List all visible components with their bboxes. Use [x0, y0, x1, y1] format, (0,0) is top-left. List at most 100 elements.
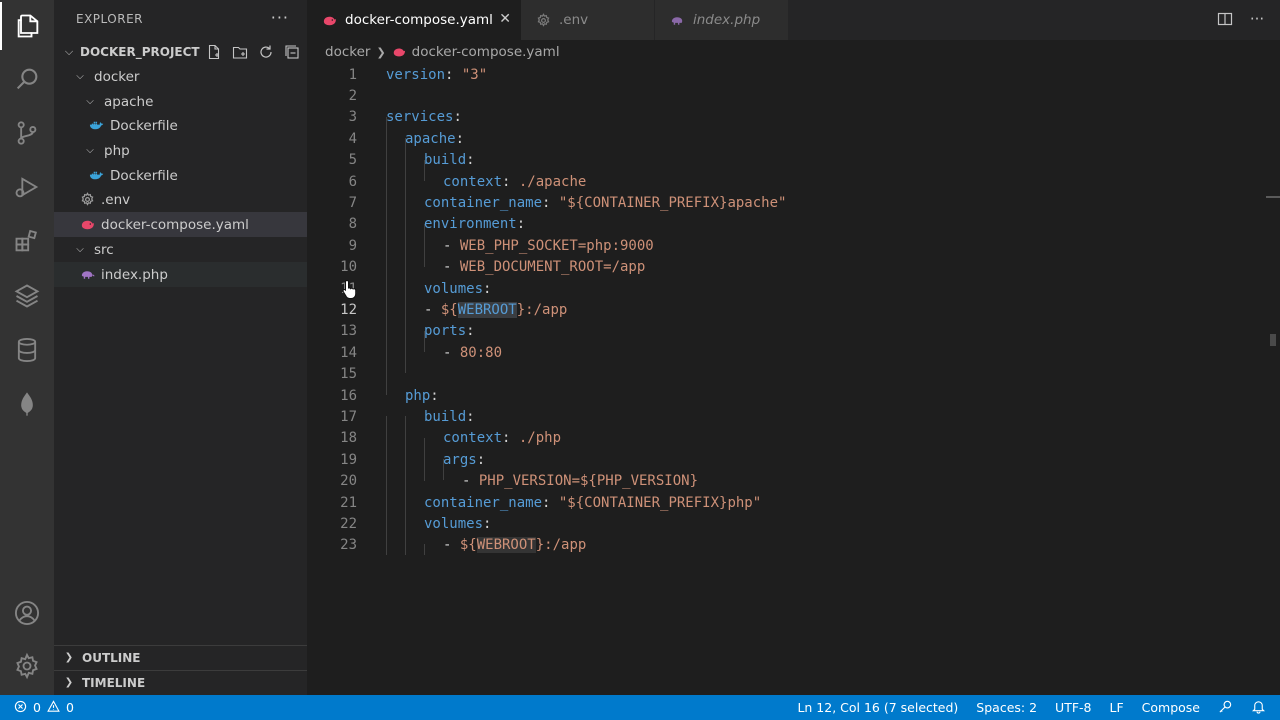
code-line-current: 12 - ${WEBROOT}:/app [307, 299, 567, 320]
code-text: services: [386, 109, 462, 126]
error-count: 0 [33, 700, 41, 715]
feedback-icon[interactable] [1218, 699, 1233, 717]
indentation[interactable]: Spaces: 2 [976, 700, 1037, 715]
code-line: 17 build: [307, 406, 474, 427]
scrollbar-marker [1266, 196, 1280, 198]
scrollbar-thumb[interactable] [1270, 334, 1276, 346]
code-line: 20 - PHP_VERSION=${PHP_VERSION} [307, 471, 698, 492]
gear-icon[interactable] [0, 642, 54, 690]
text-selection: WEBROOT [457, 302, 517, 319]
line-number: 16 [340, 387, 357, 404]
code-text: container_name: "${CONTAINER_PREFIX}apac… [424, 195, 787, 212]
encoding[interactable]: UTF-8 [1055, 700, 1091, 715]
line-number: 10 [340, 259, 357, 276]
close-icon[interactable]: ✕ [499, 11, 511, 27]
line-number: 19 [340, 451, 357, 468]
code-text: build: [424, 409, 475, 426]
breadcrumb-file[interactable]: docker-compose.yaml [412, 44, 560, 60]
tree-item-label: docker [94, 68, 140, 85]
code-line: 1 version: "3" [307, 64, 488, 85]
source-control-icon[interactable] [0, 109, 54, 157]
code-editor[interactable]: 1 version: "3" 2 3 services: 4 apache: 5 bui… [307, 64, 1280, 695]
line-number: 5 [348, 152, 357, 169]
more-actions-icon[interactable]: ··· [271, 8, 289, 27]
line-number: 18 [340, 430, 357, 447]
line-number: 8 [348, 216, 357, 233]
tab-label: index.php [693, 12, 761, 28]
tab-docker-compose[interactable]: docker-compose.yaml ✕ [307, 0, 521, 40]
error-icon [14, 700, 27, 716]
end-of-line[interactable]: LF [1110, 700, 1124, 715]
explorer-sidebar: EXPLORER ··· ⌵ DOCKER_PROJECT ⌵ docker ⌵… [54, 0, 307, 695]
activity-bar [0, 0, 54, 695]
tree-item-label: src [94, 241, 114, 258]
new-file-icon[interactable] [205, 43, 223, 61]
outline-label: OUTLINE [82, 650, 141, 665]
compose-icon [79, 217, 95, 233]
problems-indicator[interactable]: 0 0 [14, 695, 74, 720]
chevron-right-icon: ❯ [64, 677, 74, 688]
refresh-icon[interactable] [257, 43, 275, 61]
tab-label: docker-compose.yaml [345, 12, 493, 28]
tree-file-apache-dockerfile[interactable]: Dockerfile [54, 113, 307, 138]
outline-panel-header[interactable]: ❯ OUTLINE [54, 645, 307, 669]
database-icon[interactable] [0, 326, 54, 374]
code-text: php: [405, 387, 439, 404]
timeline-panel-header[interactable]: ❯ TIMELINE [54, 670, 307, 694]
tab-index-php[interactable]: index.php [655, 0, 789, 40]
code-line: 14 - 80:80 [307, 342, 502, 363]
line-number: 23 [340, 537, 357, 554]
code-text: ports: [424, 323, 475, 340]
tree-item-label: apache [104, 93, 154, 110]
search-icon[interactable] [0, 55, 54, 103]
editor-tabs: docker-compose.yaml ✕ .env index.php ··· [307, 0, 1280, 40]
code-line: 15 [307, 364, 357, 385]
tree-folder-docker[interactable]: ⌵ docker [54, 64, 307, 89]
language-mode[interactable]: Compose [1142, 700, 1200, 715]
extensions-icon[interactable] [0, 217, 54, 265]
tab-label: .env [559, 12, 589, 28]
breadcrumb-folder[interactable]: docker [325, 44, 370, 60]
code-line: 19 args: [307, 449, 485, 470]
tab-env[interactable]: .env [521, 0, 655, 40]
docker-icon [88, 168, 104, 184]
gear-icon [535, 12, 551, 28]
more-actions-icon[interactable]: ··· [1248, 10, 1266, 28]
tree-file-env[interactable]: .env [54, 187, 307, 212]
new-folder-icon[interactable] [231, 43, 249, 61]
code-line: 2 [307, 85, 357, 106]
code-line: 18 context: ./php [307, 428, 561, 449]
tree-item-label: index.php [101, 266, 168, 283]
tree-folder-php[interactable]: ⌵ php [54, 138, 307, 163]
code-text: args: [443, 451, 486, 468]
account-icon[interactable] [0, 589, 54, 637]
split-editor-icon[interactable] [1216, 10, 1234, 28]
code-line: 23 - ${WEBROOT}:/app [307, 535, 586, 556]
code-line: 13 ports: [307, 321, 474, 342]
word-highlight: WEBROOT [476, 537, 536, 554]
project-root[interactable]: ⌵ DOCKER_PROJECT [54, 40, 307, 64]
compose-icon [321, 12, 337, 28]
bell-icon[interactable] [1251, 699, 1266, 717]
tree-folder-src[interactable]: ⌵ src [54, 237, 307, 262]
tree-file-docker-compose[interactable]: docker-compose.yaml [54, 212, 307, 237]
chevron-down-icon: ⌵ [86, 96, 94, 107]
layers-icon[interactable] [0, 272, 54, 320]
tree-folder-apache[interactable]: ⌵ apache [54, 89, 307, 114]
chevron-down-icon: ⌵ [86, 145, 94, 156]
tree-file-index-php[interactable]: index.php [54, 262, 307, 287]
run-debug-icon[interactable] [0, 163, 54, 211]
code-text: context: ./php [443, 430, 562, 447]
cursor-position[interactable]: Ln 12, Col 16 (7 selected) [797, 700, 958, 715]
php-elephant-icon [669, 12, 685, 28]
mongodb-leaf-icon[interactable] [0, 380, 54, 428]
timeline-label: TIMELINE [82, 675, 146, 690]
tree-file-php-dockerfile[interactable]: Dockerfile [54, 163, 307, 188]
line-number: 12 [340, 302, 357, 319]
line-number: 21 [340, 494, 357, 511]
hand-pointer-icon [342, 279, 357, 299]
code-text: version: "3" [386, 66, 488, 83]
code-text: context: ./apache [443, 173, 587, 190]
explorer-icon[interactable] [0, 2, 54, 50]
collapse-all-icon[interactable] [283, 43, 301, 61]
